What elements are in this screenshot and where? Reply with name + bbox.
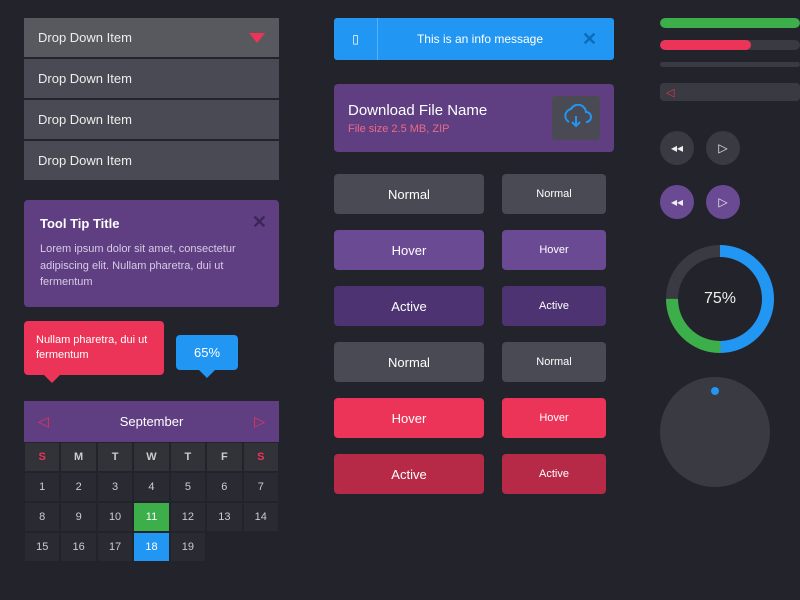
calendar-day-header: M — [60, 442, 96, 472]
donut-label: 75% — [660, 290, 780, 308]
normal-button-sm[interactable]: Normal — [502, 342, 606, 382]
dial-indicator-icon — [711, 387, 719, 395]
dropdown-item[interactable]: Drop Down Item — [24, 141, 279, 180]
progress-bar-green — [660, 18, 800, 28]
calendar-day[interactable]: 4 — [133, 472, 169, 502]
calendar-day[interactable]: 3 — [97, 472, 133, 502]
calendar-day[interactable]: 16 — [60, 532, 96, 562]
calendar-day[interactable]: 8 — [24, 502, 60, 532]
download-subtitle: File size 2.5 MB, ZIP — [348, 123, 487, 135]
calendar-day-header: S — [243, 442, 279, 472]
slider[interactable]: ◁ — [660, 83, 800, 101]
active-button-sm[interactable]: Active — [502, 286, 606, 326]
calendar-prev-icon[interactable]: ◁ — [38, 413, 49, 430]
calendar-day[interactable]: 15 — [24, 532, 60, 562]
calendar-day[interactable]: 18 — [133, 532, 169, 562]
calendar-day[interactable]: 17 — [97, 532, 133, 562]
dropdown-item[interactable]: Drop Down Item — [24, 100, 279, 139]
hover-button[interactable]: Hover — [334, 398, 484, 438]
calendar-day-header: W — [133, 442, 169, 472]
cloud-download-icon[interactable] — [552, 96, 600, 140]
download-card[interactable]: Download File Name File size 2.5 MB, ZIP — [334, 84, 614, 152]
rewind-button[interactable]: ◂◂ — [660, 131, 694, 165]
calendar-day[interactable]: 9 — [60, 502, 96, 532]
calendar-day[interactable]: 14 — [243, 502, 279, 532]
chevron-down-icon — [249, 33, 265, 43]
normal-button[interactable]: Normal — [334, 174, 484, 214]
calendar-day[interactable]: 1 — [24, 472, 60, 502]
calendar-day[interactable]: 7 — [243, 472, 279, 502]
progress-bar-thin — [660, 62, 800, 67]
calendar-next-icon[interactable]: ▷ — [254, 413, 265, 430]
calendar-day[interactable]: 12 — [170, 502, 206, 532]
dropdown-item[interactable]: Drop Down Item — [24, 18, 279, 57]
calendar-day[interactable]: 13 — [206, 502, 242, 532]
calendar-month: September — [120, 414, 184, 429]
calendar-day-header: T — [97, 442, 133, 472]
tooltip-body: Lorem ipsum dolor sit amet, consectetur … — [40, 241, 263, 291]
slider-handle-icon[interactable]: ◁ — [666, 86, 674, 99]
dial-knob[interactable] — [660, 377, 770, 487]
download-title: Download File Name — [348, 102, 487, 119]
info-message: ▯ This is an info message ✕ — [334, 18, 614, 60]
hover-button-sm[interactable]: Hover — [502, 230, 606, 270]
progress-bar-pink — [660, 40, 800, 50]
normal-button-sm[interactable]: Normal — [502, 174, 606, 214]
active-button[interactable]: Active — [334, 286, 484, 326]
info-icon: ▯ — [334, 18, 378, 60]
close-icon[interactable]: ✕ — [582, 29, 614, 50]
tooltip-title: Tool Tip Title — [40, 216, 263, 231]
active-button[interactable]: Active — [334, 454, 484, 494]
hover-button-sm[interactable]: Hover — [502, 398, 606, 438]
calendar-day-header: S — [24, 442, 60, 472]
hover-button[interactable]: Hover — [334, 230, 484, 270]
calendar-day[interactable]: 6 — [206, 472, 242, 502]
tooltip-blue: 65% — [176, 335, 238, 370]
calendar-day[interactable]: 2 — [60, 472, 96, 502]
play-button[interactable]: ▷ — [706, 185, 740, 219]
normal-button[interactable]: Normal — [334, 342, 484, 382]
active-button-sm[interactable]: Active — [502, 454, 606, 494]
calendar-day[interactable]: 19 — [170, 532, 206, 562]
donut-chart: 75% — [660, 239, 780, 359]
play-button[interactable]: ▷ — [706, 131, 740, 165]
calendar-day[interactable]: 11 — [133, 502, 169, 532]
dropdown-item[interactable]: Drop Down Item — [24, 59, 279, 98]
calendar-day-header: T — [170, 442, 206, 472]
tooltip-pink: Nullam pharetra, dui ut fermentum — [24, 321, 164, 376]
calendar-day-header: F — [206, 442, 242, 472]
close-icon[interactable]: ✕ — [252, 212, 267, 233]
calendar-day[interactable]: 10 — [97, 502, 133, 532]
calendar-day[interactable]: 5 — [170, 472, 206, 502]
button-group: Normal Normal Hover Hover Active Active Nor… — [334, 174, 614, 494]
tooltip: ✕ Tool Tip Title Lorem ipsum dolor sit a… — [24, 200, 279, 307]
calendar: ◁ September ▷ SMTWTFS1234567891011121314… — [24, 401, 279, 562]
rewind-button[interactable]: ◂◂ — [660, 185, 694, 219]
